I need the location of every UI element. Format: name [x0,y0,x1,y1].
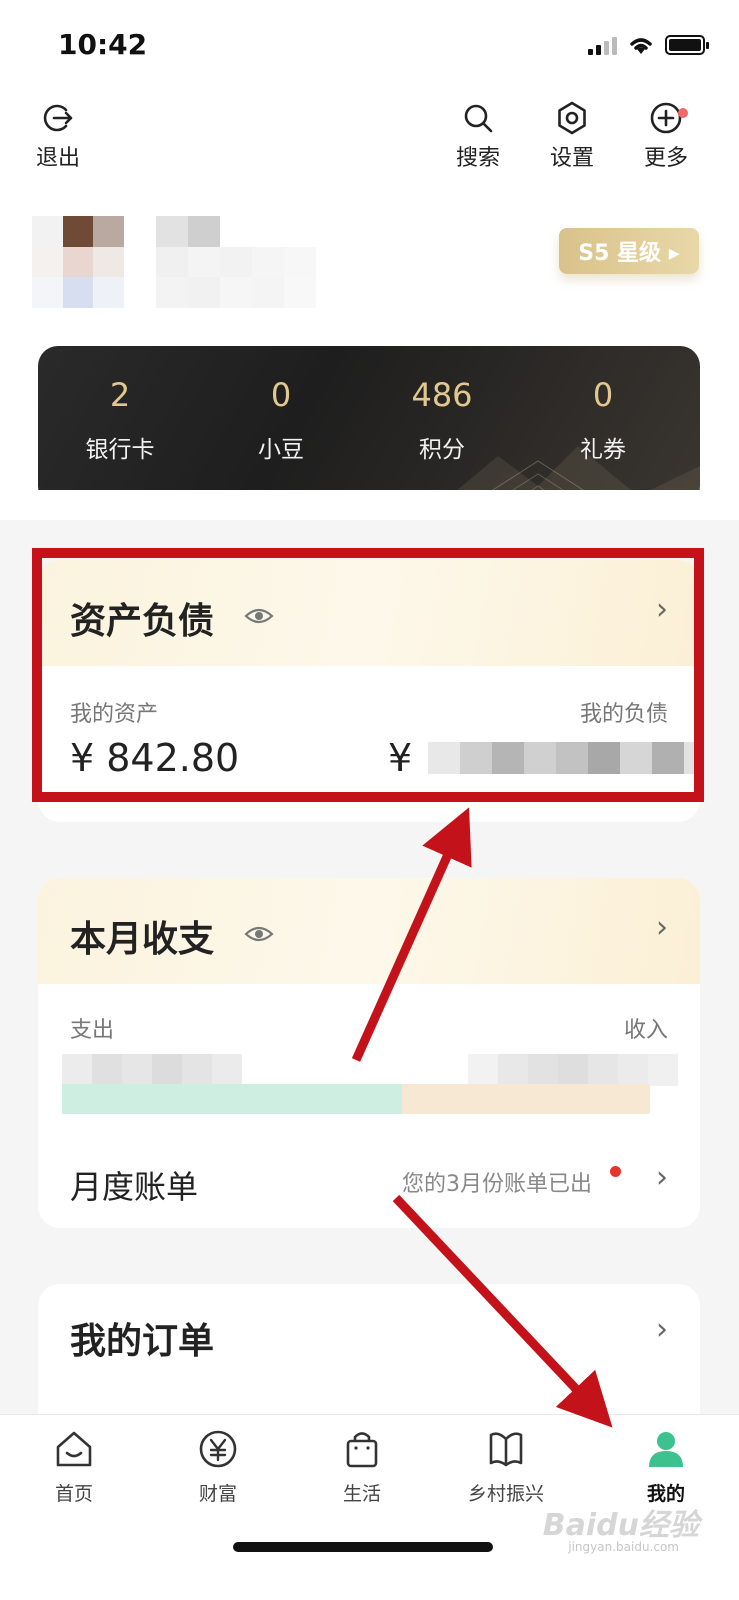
wifi-icon [630,38,652,54]
level-badge[interactable]: S5 星级 ▸ [559,228,699,274]
stats-card: 2 银行卡 0 小豆 486 积分 0 礼券 [38,346,700,506]
status-time: 10:42 [58,28,148,61]
stat-value: 486 [411,376,473,414]
eye-icon[interactable] [244,924,274,944]
search-label: 搜索 [455,146,500,171]
battery-icon [665,35,709,55]
logout-button[interactable]: 退出 [26,100,90,172]
yuan-icon [199,1430,237,1468]
chevron-right-icon[interactable]: › [656,1312,668,1347]
settings-label: 设置 [549,146,594,171]
stat-beans[interactable]: 0 小豆 [211,376,351,464]
stat-label: 小豆 [258,437,304,463]
monthly-bill-notice: 您的3月份账单已出 [402,1172,592,1197]
book-icon [489,1432,523,1467]
monthly-bill-row[interactable]: 月度账单 您的3月份账单已出 › [38,1148,700,1218]
signal-icon [588,35,617,55]
more-button[interactable]: 更多 [634,100,698,172]
expense-value-blurred [62,1054,242,1086]
highlight-box [32,548,704,802]
monthly-card-header[interactable]: 本月收支 › [38,878,700,984]
expense-label: 支出 [70,1018,115,1043]
nav-wealth[interactable]: 财富 [158,1427,278,1506]
baidu-watermark: Baidu经验 [542,1508,699,1543]
avatar[interactable] [32,216,124,308]
home-icon [56,1431,92,1467]
person-icon [649,1432,683,1467]
nav-label: 财富 [198,1483,237,1505]
stat-label: 银行卡 [85,437,155,463]
nav-label: 乡村振兴 [467,1483,544,1505]
nav-mine[interactable]: 我的 [606,1427,726,1506]
bag-icon [346,1432,378,1468]
chevron-right-icon[interactable]: › [656,910,668,945]
status-icons [588,34,709,56]
stat-value: 0 [592,376,614,414]
settings-button[interactable]: 设置 [540,100,604,172]
stat-label: 礼券 [580,437,626,463]
income-label: 收入 [623,1018,668,1043]
stat-value: 0 [270,376,292,414]
status-bar: 10:42 [0,0,739,90]
chevron-right-icon[interactable]: › [656,1160,668,1195]
search-icon [464,104,493,133]
nav-home[interactable]: 首页 [14,1427,134,1506]
header-wave [0,490,739,520]
stat-label: 积分 [419,437,465,463]
stat-points[interactable]: 486 积分 [372,376,512,464]
search-button[interactable]: 搜索 [446,100,510,172]
monthly-income-expense-card[interactable]: 本月收支 › 支出 收入 月度账单 您的3月份账单已出 › [38,878,700,1228]
monthly-card-title: 本月收支 [70,919,215,960]
more-label: 更多 [643,146,688,171]
gear-icon [558,101,586,135]
income-value-blurred [468,1054,678,1086]
home-indicator [233,1542,493,1552]
orders-title: 我的订单 [70,1321,215,1362]
username-blurred [156,216,316,308]
watermark-url: jingyan.baidu.com [568,1540,679,1554]
logout-label: 退出 [35,146,80,171]
nav-rural-revitalization[interactable]: 乡村振兴 [446,1427,566,1506]
income-expense-bar [62,1084,650,1114]
nav-label: 首页 [54,1483,93,1505]
notification-dot [678,108,688,118]
monthly-bill-title: 月度账单 [70,1168,199,1206]
stat-value: 2 [109,376,131,414]
plus-circle-icon [650,102,682,134]
nav-life[interactable]: 生活 [302,1427,422,1506]
stat-bank-cards[interactable]: 2 银行卡 [50,376,190,464]
nav-label: 生活 [342,1483,381,1505]
stat-coupons[interactable]: 0 礼券 [533,376,673,464]
logout-icon [43,104,73,132]
notice-dot [610,1166,621,1177]
profile-header: 退出 搜索 设置 更多 S5 星级 ▸ 2 银行卡 0 小豆 486 积分 0 … [0,90,739,520]
